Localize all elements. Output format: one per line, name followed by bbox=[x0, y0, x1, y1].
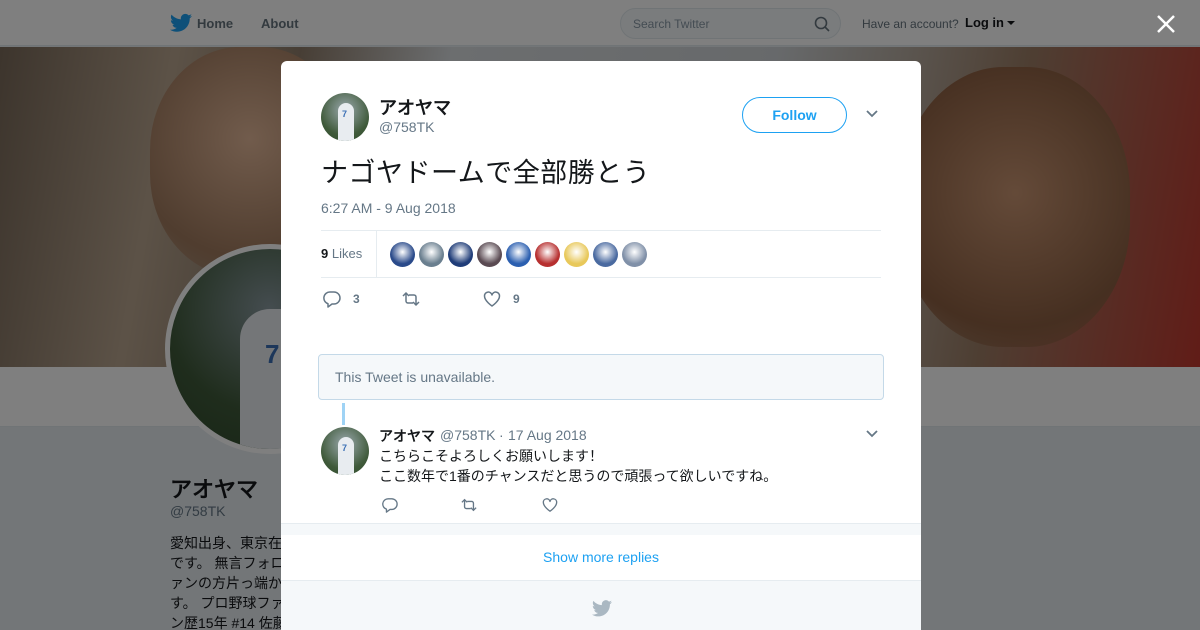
retweet-icon bbox=[402, 291, 420, 307]
show-more-replies-button[interactable]: Show more replies bbox=[281, 535, 921, 581]
tweet-author-handle[interactable]: @758TK bbox=[379, 119, 434, 135]
chevron-down-icon[interactable] bbox=[865, 429, 879, 439]
reply-text-line: ここ数年で1番のチャンスだと思うので頑張って欲しいですね。 bbox=[379, 468, 778, 484]
liker-avatar[interactable] bbox=[622, 242, 647, 267]
avatar-jersey-number: 7 bbox=[342, 109, 348, 119]
heart-icon[interactable] bbox=[542, 497, 558, 513]
reply-separator: · bbox=[499, 427, 504, 443]
reply-author-name[interactable]: アオヤマ bbox=[379, 426, 435, 446]
heart-icon bbox=[483, 291, 501, 307]
reply-author-avatar[interactable]: 7 bbox=[321, 427, 369, 475]
liker-avatar[interactable] bbox=[535, 242, 560, 267]
liker-avatar[interactable] bbox=[390, 242, 415, 267]
modal-footer bbox=[281, 581, 921, 630]
retweet-action[interactable] bbox=[402, 290, 442, 308]
reply-text-line: こちらこそよろしくお願いします！ bbox=[379, 448, 603, 464]
like-action[interactable]: 9 bbox=[483, 290, 523, 308]
tweet-modal: 7 アオヤマ @758TK Follow ナゴヤドームで全部勝とう 6:27 A… bbox=[281, 61, 921, 630]
unavailable-tweet-text: This Tweet is unavailable. bbox=[335, 369, 496, 385]
likes-label: Likes bbox=[331, 246, 363, 261]
liker-avatar[interactable] bbox=[506, 242, 531, 267]
tweet-text: ナゴヤドームで全部勝とう bbox=[321, 158, 651, 188]
reply-icon[interactable] bbox=[382, 497, 398, 513]
twitter-bird-icon bbox=[592, 600, 612, 617]
avatar-jersey-number: 7 bbox=[342, 443, 348, 453]
liker-avatar[interactable] bbox=[477, 242, 502, 267]
close-icon[interactable] bbox=[1154, 12, 1178, 36]
likes-count[interactable]: 9 Likes bbox=[321, 246, 362, 261]
tweet-author-name[interactable]: アオヤマ bbox=[379, 94, 451, 120]
retweet-icon[interactable] bbox=[461, 497, 477, 513]
liker-avatar[interactable] bbox=[448, 242, 473, 267]
reply-date[interactable]: 17 Aug 2018 bbox=[508, 427, 587, 443]
like-count: 9 bbox=[513, 292, 520, 306]
likes-number: 9 bbox=[321, 246, 329, 261]
reply-action[interactable]: 3 bbox=[323, 290, 363, 308]
reply-count: 3 bbox=[353, 292, 360, 306]
tweet-author-avatar[interactable]: 7 bbox=[321, 93, 369, 141]
liker-avatar[interactable] bbox=[419, 242, 444, 267]
reply-author-handle[interactable]: @758TK bbox=[440, 427, 495, 443]
chevron-down-icon[interactable] bbox=[865, 109, 879, 119]
reply-icon bbox=[323, 291, 341, 308]
unavailable-tweet-notice: This Tweet is unavailable. bbox=[318, 354, 884, 400]
liker-avatar[interactable] bbox=[564, 242, 589, 267]
follow-button[interactable]: Follow bbox=[742, 97, 847, 133]
thread-connector-line bbox=[342, 403, 345, 425]
liker-avatar[interactable] bbox=[593, 242, 618, 267]
likes-divider bbox=[376, 231, 377, 278]
section-divider bbox=[281, 523, 921, 535]
tweet-timestamp[interactable]: 6:27 AM - 9 Aug 2018 bbox=[321, 200, 456, 216]
likes-row: 9 Likes bbox=[321, 230, 881, 278]
